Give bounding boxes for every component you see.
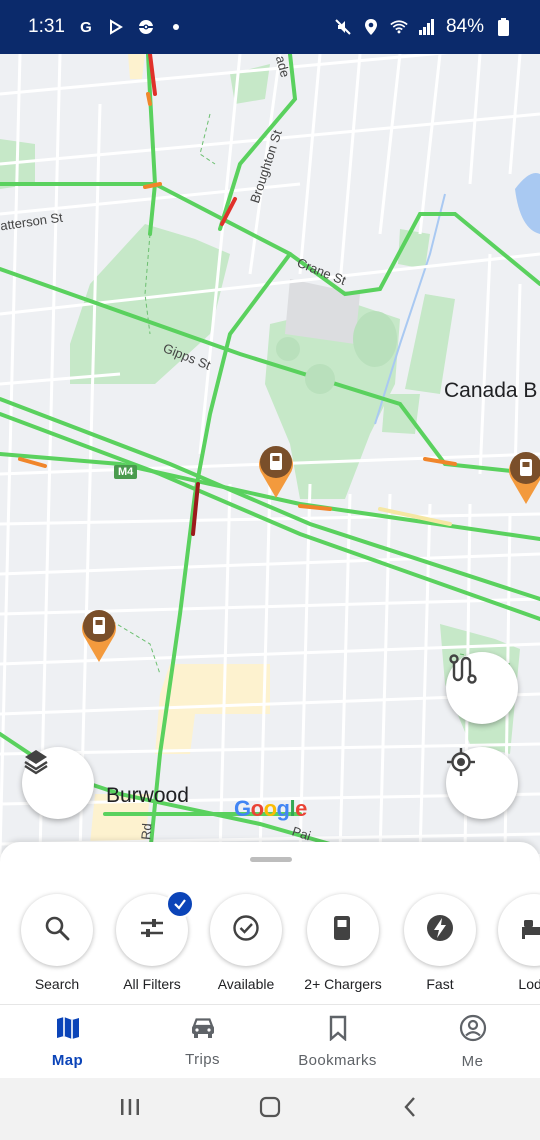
my-location-button[interactable] [446,747,518,819]
play-icon [107,18,125,36]
commercial-area [128,54,145,79]
charger-pin[interactable] [81,608,117,662]
nav-item-me[interactable]: Me [405,1005,540,1078]
map-view[interactable]: atterson St Broughton St Crane St Gipps … [0,54,540,854]
search-icon [43,914,71,947]
filter-label: Search [34,976,80,992]
filter-search-button[interactable] [21,894,93,966]
mute-icon [334,18,352,36]
filter-all-filters[interactable]: All Filters [102,890,202,992]
system-navigation-bar [0,1078,540,1140]
nav-item-bookmarks[interactable]: Bookmarks [270,1005,405,1078]
filter-label: Fast [426,976,454,992]
recent-apps-button[interactable] [110,1089,150,1129]
nav-label: Bookmarks [298,1051,377,1069]
google-icon: G [80,18,92,36]
filter-sheet: Search All Filters Available 2+ Chargers… [0,842,540,1004]
status-time: 1:31 [28,16,65,37]
water-area [515,173,540,234]
sheet-drag-handle[interactable] [250,857,292,862]
account-icon [459,1014,487,1047]
filter-fast-button[interactable] [404,894,476,966]
google-logo: Google [234,796,307,821]
filter-lodging[interactable]: Lodg [484,894,540,992]
building-block [285,279,360,344]
bottom-navigation: Map Trips Bookmarks Me [0,1004,540,1078]
wifi-icon [390,18,408,36]
charger-pin[interactable] [258,444,294,498]
filter-all-filters-button[interactable] [116,890,194,966]
nav-label: Me [461,1052,484,1070]
charger-pin[interactable] [508,450,540,504]
bed-icon [519,915,540,946]
bolt-icon [426,914,454,947]
app-screen: 1:31 G 84% atterson St Broughton St Cran… [0,0,540,1140]
filter-label: All Filters [123,976,181,992]
home-button[interactable] [250,1089,290,1129]
car-icon [189,1016,217,1045]
signal-icon [418,18,436,36]
fuel-pump-icon [330,914,356,947]
route-button[interactable] [446,652,518,724]
filter-2-chargers-button[interactable] [307,894,379,966]
status-bar: 1:31 G 84% [0,0,540,54]
filter-search[interactable]: Search [7,894,107,992]
filter-label: 2+ Chargers [304,976,382,992]
dot-icon [167,18,185,36]
sliders-icon [138,914,166,947]
nav-item-map[interactable]: Map [0,1005,135,1078]
recent-apps-icon [119,1097,141,1122]
pokeball-icon [137,18,155,36]
filter-chip-row[interactable]: Search All Filters Available 2+ Chargers… [0,890,540,1004]
suburb-label-canada-bay: Canada B [444,379,538,402]
back-icon [402,1096,418,1123]
filter-2-chargers[interactable]: 2+ Chargers [293,894,393,992]
nav-label: Map [51,1051,84,1069]
filter-label: Available [217,976,275,992]
bookmark-icon [327,1015,349,1046]
filter-fast[interactable]: Fast [390,894,490,992]
motorway-badge: M4 [114,465,138,479]
battery-percent: 84% [445,16,484,37]
battery-icon [494,18,512,36]
filter-lodging-button[interactable] [498,894,540,966]
filter-available[interactable]: Available [196,894,296,992]
filter-available-button[interactable] [210,894,282,966]
back-button[interactable] [390,1089,430,1129]
suburb-label-burwood: Burwood [106,784,189,807]
street-label-burwood-rd: Rd [138,822,155,841]
home-icon [259,1096,281,1123]
check-circle-icon [232,914,260,947]
filter-label: Lodg [518,976,540,992]
selected-check-badge [166,890,194,918]
layers-button[interactable] [22,747,94,819]
map-icon [55,1015,81,1046]
nav-label: Trips [185,1050,220,1068]
nav-item-trips[interactable]: Trips [135,1005,270,1078]
location-icon [362,18,380,36]
